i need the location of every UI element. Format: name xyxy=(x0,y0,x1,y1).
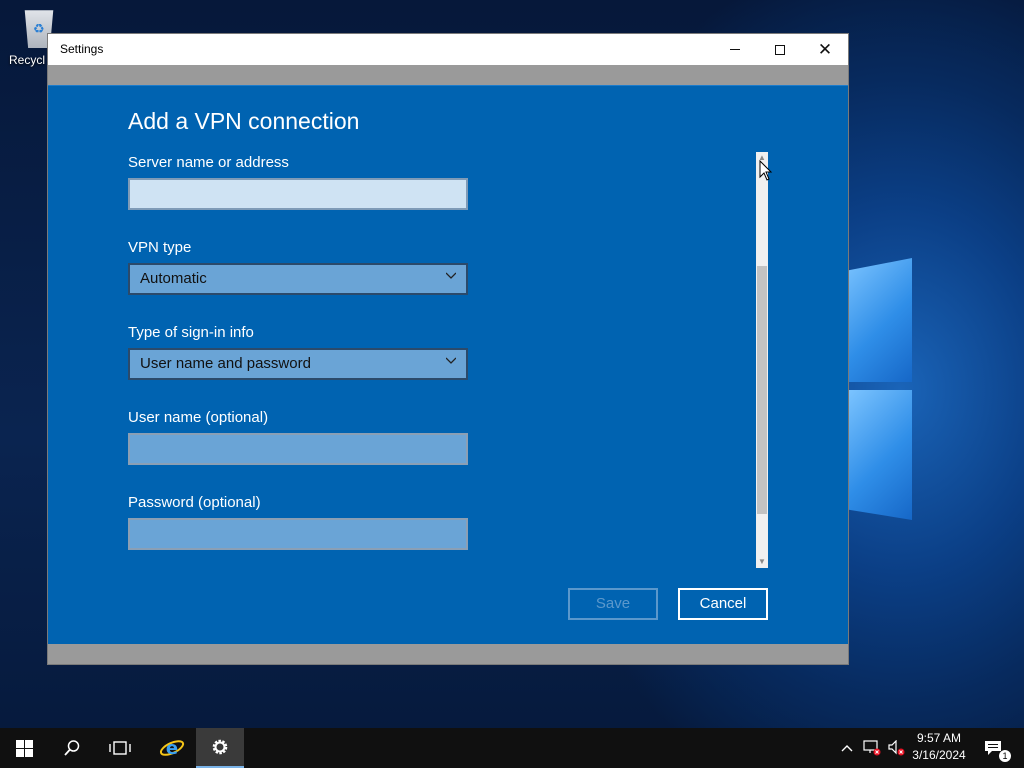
username-label: User name (optional) xyxy=(128,409,269,426)
network-status-button[interactable] xyxy=(860,728,884,768)
scroll-down-arrow-icon[interactable]: ▼ xyxy=(756,557,768,567)
settings-window: Settings ✕ Add a VPN connection Server n… xyxy=(47,33,849,665)
signin-type-label: Type of sign-in info xyxy=(128,324,254,341)
taskbar-app-internet-explorer[interactable]: e xyxy=(148,728,196,768)
notification-count-badge: 1 xyxy=(999,750,1011,762)
internet-explorer-icon: e xyxy=(159,738,185,759)
password-label: Password (optional) xyxy=(128,494,261,511)
chevron-down-icon xyxy=(446,272,456,279)
svg-text:e: e xyxy=(166,738,178,759)
taskbar-app-settings[interactable] xyxy=(196,728,244,768)
window-title: Settings xyxy=(60,42,104,56)
minimize-icon xyxy=(730,49,740,50)
taskbar-clock[interactable]: 9:57 AM 3/16/2024 xyxy=(906,730,972,764)
start-button[interactable] xyxy=(0,728,48,768)
windows-logo-pane xyxy=(848,258,912,382)
dialog-title: Add a VPN connection xyxy=(128,108,360,134)
chevron-up-icon xyxy=(841,745,853,752)
dialog-overlay-bottom xyxy=(48,644,848,664)
cancel-button[interactable]: Cancel xyxy=(678,588,768,620)
clock-time: 9:57 AM xyxy=(916,731,962,745)
minimize-button[interactable] xyxy=(712,34,758,65)
search-icon xyxy=(64,740,80,756)
vpn-type-label: VPN type xyxy=(128,239,192,256)
dialog-scrollbar[interactable]: ▲ ▼ xyxy=(756,152,768,568)
password-input[interactable] xyxy=(128,518,468,550)
clock-date: 3/16/2024 xyxy=(912,748,966,762)
signin-type-dropdown[interactable]: User name and password xyxy=(128,348,468,380)
network-error-icon xyxy=(863,740,881,756)
mouse-cursor-icon xyxy=(759,160,773,181)
vpn-type-dropdown[interactable]: Automatic xyxy=(128,263,468,295)
close-button[interactable]: ✕ xyxy=(802,34,848,65)
server-name-input[interactable] xyxy=(128,178,468,210)
search-button[interactable] xyxy=(48,728,96,768)
vpn-type-value: Automatic xyxy=(140,270,207,287)
username-input[interactable] xyxy=(128,433,468,465)
task-view-icon xyxy=(109,741,131,755)
action-center-button[interactable]: 1 xyxy=(980,728,1011,768)
task-view-button[interactable] xyxy=(96,728,144,768)
start-icon xyxy=(15,739,33,757)
maximize-button[interactable] xyxy=(757,34,803,65)
save-button[interactable]: Save xyxy=(568,588,658,620)
settings-gear-icon xyxy=(212,739,228,755)
signin-type-value: User name and password xyxy=(140,355,311,372)
close-icon: ✕ xyxy=(817,39,833,60)
taskbar: e 9:57 AM 3/16/2024 1 xyxy=(0,728,1024,768)
show-hidden-icons-button[interactable] xyxy=(838,728,856,768)
server-label: Server name or address xyxy=(128,154,289,171)
volume-muted-icon xyxy=(888,740,905,756)
scrollbar-thumb[interactable] xyxy=(757,266,767,514)
volume-button[interactable] xyxy=(884,728,908,768)
chevron-down-icon xyxy=(446,357,456,364)
vpn-dialog: Add a VPN connection Server name or addr… xyxy=(48,85,848,644)
dialog-overlay-top xyxy=(48,65,848,85)
title-bar[interactable]: Settings ✕ xyxy=(48,34,848,65)
windows-logo-pane xyxy=(848,390,912,520)
maximize-icon xyxy=(775,44,785,55)
